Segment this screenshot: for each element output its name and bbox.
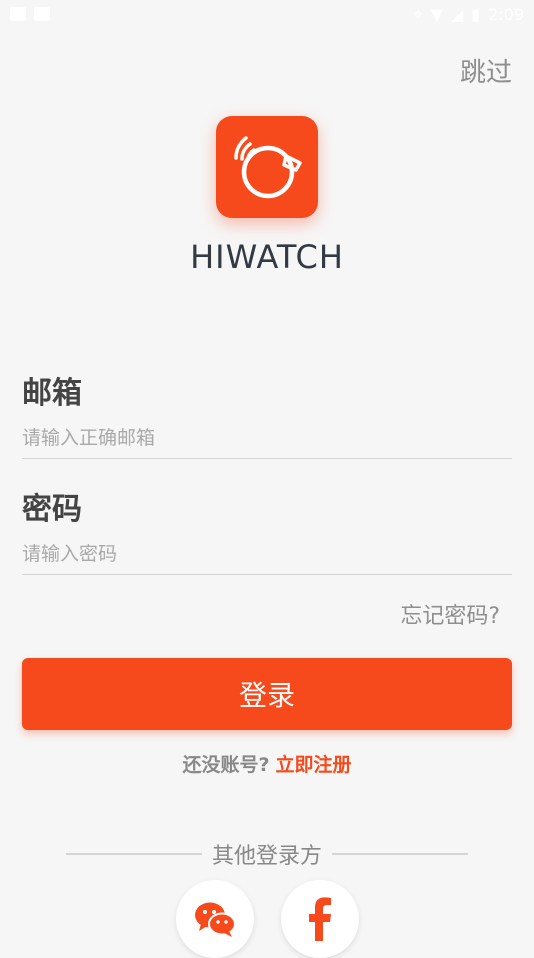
divider-line	[332, 853, 469, 855]
password-input[interactable]	[22, 534, 512, 575]
battery-icon: ▮	[471, 4, 481, 24]
status-notifications	[10, 7, 50, 21]
status-bar: ⌖ ▼ ◢ ▮ 2:09	[0, 0, 534, 28]
signal-icon: ◢	[450, 4, 464, 24]
facebook-icon	[309, 897, 331, 941]
app-name: HIWATCH	[190, 238, 344, 276]
email-label: 邮箱	[22, 376, 82, 411]
watch-logo-icon	[234, 136, 302, 199]
location-icon: ⌖	[413, 4, 423, 23]
password-label: 密码	[22, 492, 82, 527]
facebook-login-button[interactable]	[281, 880, 359, 958]
notification-icon	[34, 7, 50, 21]
notification-icon	[10, 7, 26, 21]
other-login-divider: 其他登录方	[66, 838, 469, 870]
divider-line	[66, 853, 202, 855]
wifi-icon: ▼	[430, 4, 443, 24]
app-logo	[216, 116, 318, 218]
forgot-password-link[interactable]: 忘记密码?	[400, 598, 500, 630]
email-input[interactable]	[22, 418, 512, 459]
wechat-icon	[195, 902, 236, 937]
status-indicators: ⌖ ▼ ◢ ▮ 2:09	[414, 4, 524, 24]
wechat-login-button[interactable]	[176, 880, 254, 958]
other-login-label: 其他登录方	[212, 844, 323, 869]
no-account-text: 还没账号?	[182, 754, 270, 776]
register-row: 还没账号? 立即注册	[0, 750, 534, 777]
login-button[interactable]: 登录	[22, 658, 512, 730]
status-time: 2:09	[488, 4, 524, 24]
skip-button[interactable]: 跳过	[460, 52, 512, 89]
register-link[interactable]: 立即注册	[276, 754, 352, 776]
